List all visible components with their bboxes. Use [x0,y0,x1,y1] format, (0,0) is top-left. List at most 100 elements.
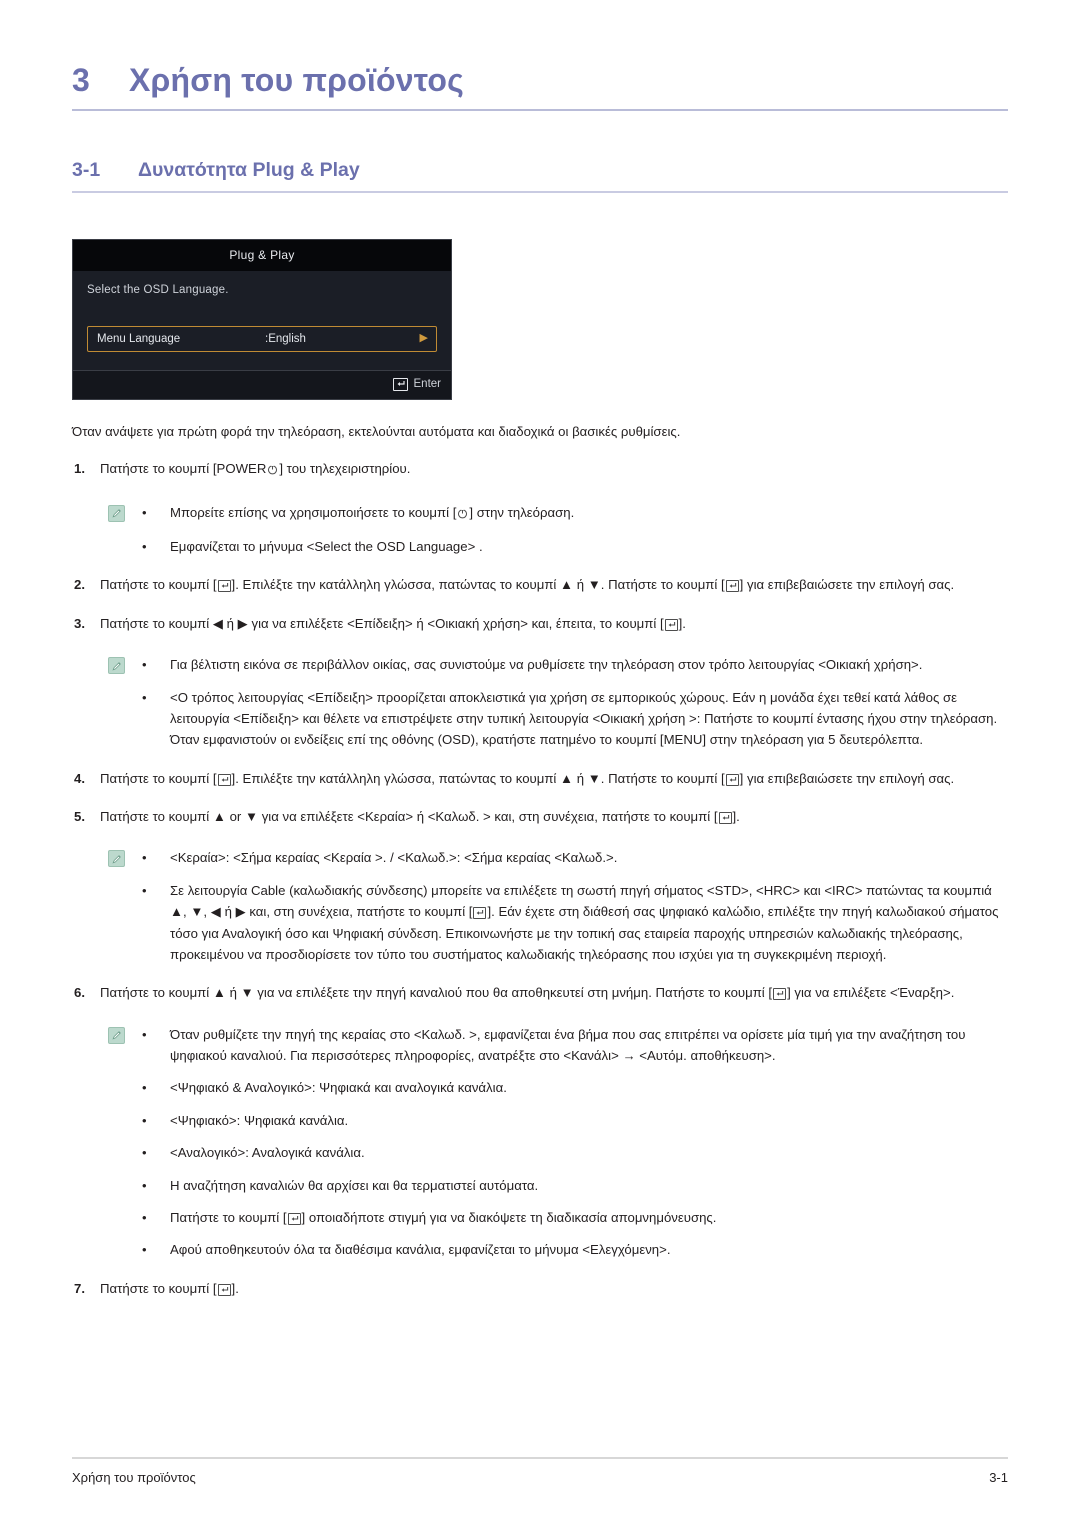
power-icon [267,460,278,481]
step-text: Πατήστε το κουμπί ▲ or ▼ για να επιλέξετ… [100,806,1008,827]
osd-menu-language-label: Menu Language [97,332,181,345]
bullet-glyph: • [142,850,147,866]
bullet-glyph: • [142,1112,147,1128]
note-block-3: • <Κεραία>: <Σήμα κεραίας <Κεραία >. / <… [72,847,1008,965]
bullet-glyph: • [142,539,147,555]
note-block-2: • Για βέλτιστη εικόνα σε περιβάλλον οικί… [72,654,1008,751]
step-5-text-a: Πατήστε το κουμπί ▲ or ▼ για να επιλέξετ… [100,809,718,825]
osd-figure: Plug & Play Select the OSD Language. Men… [72,238,1008,400]
osd-title: Plug & Play [73,239,451,271]
footer-page-number: 3-1 [989,1470,1008,1485]
enter-key-icon [718,812,732,825]
bullet-glyph: • [142,1242,147,1258]
bullet-glyph: • [142,882,147,898]
note-pencil-icon [108,657,125,675]
note-item: • Για βέλτιστη εικόνα σε περιβάλλον οικί… [142,654,1008,675]
note-item: • Η αναζήτηση καναλιών θα αρχίσει και θα… [142,1175,1008,1196]
step-2-text-c: ] για επιβεβαιώσετε την επιλογή σας. [739,577,955,593]
note-icon-col [108,847,142,965]
note-list: • Για βέλτιστη εικόνα σε περιβάλλον οικί… [142,654,1008,751]
note-pencil-icon [108,850,125,868]
osd-enter-label: Enter [413,378,442,390]
bullet-glyph: • [142,689,147,705]
step-5: 5. Πατήστε το κουμπί ▲ or ▼ για να επιλέ… [72,806,1008,827]
enter-key-icon [392,377,408,391]
enter-key-icon [773,988,787,1001]
note-pencil-icon [108,504,125,522]
note-icon-col [108,502,142,558]
note-item: • <Αναλογικό>: Αναλογικά κανάλια. [142,1142,1008,1163]
step-3-text-b: ]. [678,615,686,631]
note-12-text-a: Πατήστε το κουμπί [ [170,1209,287,1225]
note-item: • Εμφανίζεται το μήνυμα <Select the OSD … [142,536,1008,557]
step-text: Πατήστε το κουμπί ◀ ή ▶ για να επιλέξετε… [100,613,1008,634]
note-12-text-b: ] οποιαδήποτε στιγμή για να διακόψετε τη… [301,1209,717,1225]
note-text: Αφού αποθηκευτούν όλα τα διαθέσιμα κανάλ… [170,1242,671,1258]
step-7-text-b: ]. [231,1280,239,1296]
step-text: Πατήστε το κουμπί [POWER] του τηλεχειρισ… [100,458,1008,481]
step-text: Πατήστε το κουμπί []. [100,1278,1008,1299]
step-text: Πατήστε το κουμπί []. Επιλέξτε την κατάλ… [100,768,1008,789]
note-1-text-b: ] στην τηλεόραση. [469,504,575,520]
note-text: Πατήστε το κουμπί [ ] οποιαδήποτε στιγμή … [170,1207,1008,1228]
section-title: Δυνατότητα Plug & Play [138,159,360,181]
step-text: Πατήστε το κουμπί ▲ ή ▼ για να επιλέξετε… [100,982,1008,1003]
step-number: 3. [74,615,85,631]
note-1-text-a: Μπορείτε επίσης να χρησιμοποιήσετε το κο… [170,504,457,520]
step-number: 5. [74,809,85,825]
step-4: 4. Πατήστε το κουμπί []. Επιλέξτε την κα… [72,768,1008,789]
step-number: 7. [74,1280,85,1296]
bullet-glyph: • [142,1209,147,1225]
enter-key-icon [473,907,487,920]
document-page: 3 Χρήση του προϊόντος 3-1 Δυνατότητα Plu… [0,0,1080,1527]
step-1: 1. Πατήστε το κουμπί [POWER] του τηλεχει… [72,458,1008,481]
step-number: 1. [74,461,85,477]
steps-list: 1. Πατήστε το κουμπί [POWER] του τηλεχει… [72,458,1008,1299]
power-icon [457,504,468,525]
step-2-text-a: Πατήστε το κουμπί [ [100,577,217,593]
bullet-glyph: • [142,1080,147,1096]
enter-key-icon [725,580,739,593]
step-6: 6. Πατήστε το κουμπί ▲ ή ▼ για να επιλέξ… [72,982,1008,1003]
footer-divider [72,1457,1008,1459]
bullet-glyph: • [142,504,147,520]
note-text: Όταν ρυθμίζετε την πηγή της κεραίας στο … [170,1026,966,1064]
note-block-4: • Όταν ρυθμίζετε την πηγή της κεραίας στ… [72,1024,1008,1261]
note-text: Μπορείτε επίσης να χρησιμοποιήσετε το κο… [170,502,1008,525]
note-item: • Αφού αποθηκευτούν όλα τα διαθέσιμα καν… [142,1239,1008,1260]
chapter-number: 3 [72,62,90,98]
section-number: 3-1 [72,159,101,181]
page-footer: Χρήση του προϊόντος 3-1 [72,1457,1008,1485]
enter-key-icon [287,1212,301,1225]
note-item: • Όταν ρυθμίζετε την πηγή της κεραίας στ… [142,1024,1008,1067]
enter-key-icon [725,773,739,786]
step-6-text-a: Πατήστε το κουμπί ▲ ή ▼ για να επιλέξετε… [100,985,773,1001]
section-divider [72,191,1008,193]
chapter-title: Χρήση του προϊόντος [129,62,464,98]
note-text: Η αναζήτηση καναλιών θα αρχίσει και θα τ… [170,1177,539,1193]
note-icon-col [108,1024,142,1261]
osd-menu-language-value: :English [265,332,306,345]
note-item: • <Ψηφιακό>: Ψηφιακά κανάλια. [142,1110,1008,1131]
note-block-1: • Μπορείτε επίσης να χρησιμοποιήσετε το … [72,502,1008,558]
note-text: <Ψηφιακό>: Ψηφιακά κανάλια. [170,1112,349,1128]
note-item: • Μπορείτε επίσης να χρησιμοποιήσετε το … [142,502,1008,525]
note-text: Σε λειτουργία Cable (καλωδιακής σύνδεσης… [170,880,1008,966]
footer-left-label: Χρήση του προϊόντος [72,1470,196,1485]
note-list: • Όταν ρυθμίζετε την πηγή της κεραίας στ… [142,1024,1008,1261]
note-item: • Σε λειτουργία Cable (καλωδιακής σύνδεσ… [142,880,1008,966]
note-pencil-icon [108,1026,125,1044]
step-4-text-c: ] για επιβεβαιώσετε την επιλογή σας. [739,770,955,786]
enter-key-icon [217,773,231,786]
note-text: Εμφανίζεται το μήνυμα <Select the OSD La… [170,539,483,555]
step-7-text-a: Πατήστε το κουμπί [ [100,1280,217,1296]
chapter-divider [72,109,1008,111]
osd-body: Select the OSD Language. Menu Language :… [73,270,451,370]
note-text: <Ψηφιακό & Αναλογικό>: Ψηφιακά και αναλο… [170,1080,507,1096]
bullet-glyph: • [142,1145,147,1161]
note-item: • <Ψηφιακό & Αναλογικό>: Ψηφιακά και ανα… [142,1077,1008,1098]
note-item: • <Ο τρόπος λειτουργίας <Επίδειξη> προορ… [142,687,1008,751]
osd-footer: Enter [73,369,451,399]
enter-key-icon [217,1283,231,1296]
step-number: 6. [74,985,85,1001]
